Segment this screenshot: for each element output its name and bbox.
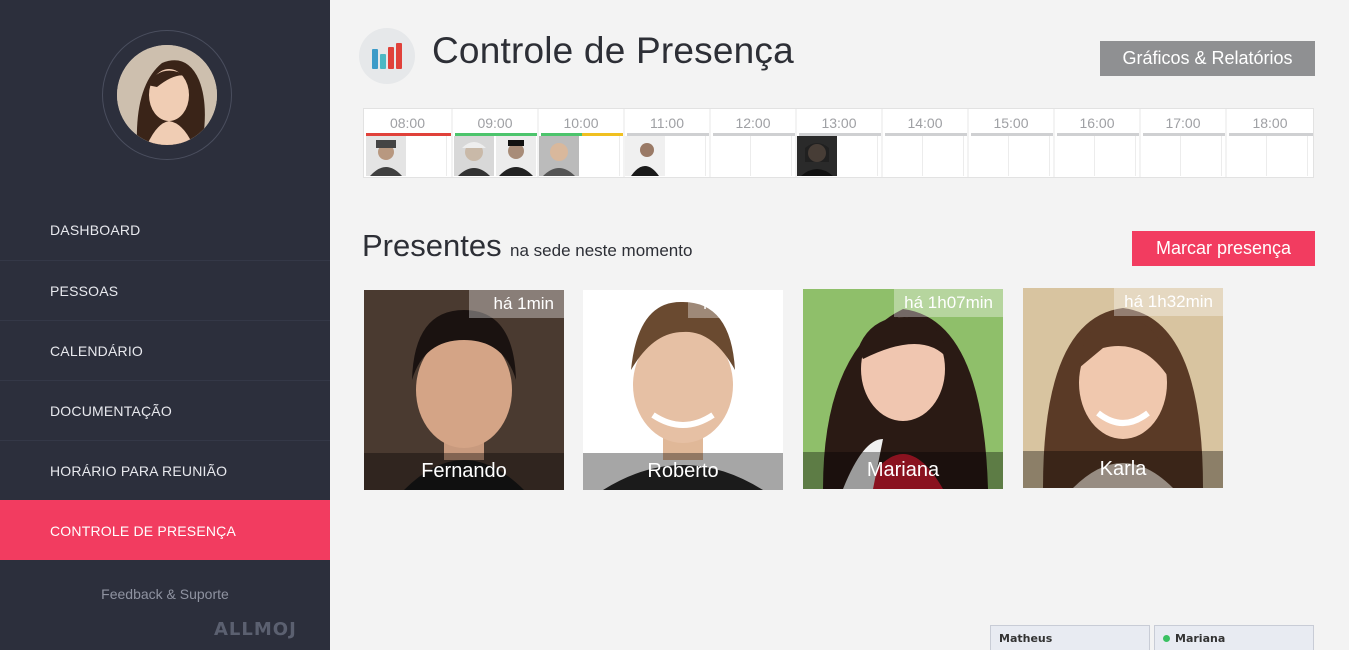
timeline-slot	[1096, 136, 1136, 176]
nav-item-label: HORÁRIO PARA REUNIÃO	[50, 462, 228, 479]
timeline-slot	[838, 136, 878, 176]
nav-item-label: CALENDÁRIO	[50, 342, 144, 359]
feedback-link[interactable]: Feedback & Suporte	[0, 586, 330, 602]
person-name: Fernando	[364, 453, 564, 490]
timeline-slot	[752, 136, 792, 176]
timeline-slot	[711, 136, 751, 176]
profile-avatar-ring	[102, 30, 232, 160]
online-status-icon	[1163, 635, 1170, 642]
timeline-slot	[407, 136, 447, 176]
timeline-hour: 12:00	[711, 109, 795, 177]
checkin-avatar[interactable]	[797, 136, 837, 176]
timeline-hour: 17:00	[1141, 109, 1225, 177]
timeline-hour-label: 16:00	[1079, 115, 1115, 131]
timeline-hour-label: 18:00	[1252, 115, 1288, 131]
checkin-time: há 1min	[469, 290, 564, 318]
profile-avatar[interactable]	[117, 45, 217, 145]
timeline-hour-label: 09:00	[477, 115, 513, 131]
person-name: Mariana	[803, 452, 1003, 489]
present-subtitle: na sede neste momento	[510, 241, 693, 260]
timeline-hour-label: 11:00	[650, 115, 684, 131]
timeline-hour-label: 14:00	[907, 115, 943, 131]
timeline-hour: 16:00	[1055, 109, 1139, 177]
timeline-slot	[1268, 136, 1308, 176]
person-card[interactable]: há 1min Fernando	[364, 290, 564, 490]
person-card[interactable]: há 1h32min Karla	[1023, 288, 1223, 488]
timeline-hour: 10:00	[539, 109, 623, 177]
checkin-avatar[interactable]	[496, 136, 536, 176]
person-name: Roberto	[583, 453, 783, 490]
nav-item-dashboard[interactable]: DASHBOARD	[0, 200, 330, 260]
person-card[interactable]: há 43min Roberto	[583, 290, 783, 490]
page-title: Controle de Presença	[432, 30, 794, 71]
timeline-slot	[969, 136, 1009, 176]
timeline-slot	[1010, 136, 1050, 176]
timeline-slot	[666, 136, 706, 176]
checkin-avatar[interactable]	[454, 136, 494, 176]
nav-item-controle-presenca[interactable]: CONTROLE DE PRESENÇA	[0, 500, 330, 560]
timeline-hour: 14:00	[883, 109, 967, 177]
timeline-hour-label: 17:00	[1165, 115, 1201, 131]
nav-item-label: PESSOAS	[50, 282, 119, 299]
reports-button[interactable]: Gráficos & Relatórios	[1100, 41, 1315, 76]
present-section-title: Presentes na sede neste momento	[362, 228, 692, 264]
checkin-avatar[interactable]	[539, 136, 579, 176]
present-title: Presentes	[362, 228, 502, 263]
sidebar: DASHBOARD PESSOAS CALENDÁRIO DOCUMENTAÇÃ…	[0, 0, 330, 650]
timeline-hour-label: 08:00	[389, 115, 426, 131]
checkin-avatar[interactable]	[366, 136, 406, 176]
nav-item-label: CONTROLE DE PRESENÇA	[50, 522, 237, 539]
nav-item-label: DOCUMENTAÇÃO	[50, 402, 172, 419]
attendance-timeline: 08:00 09:00 10:00 11:00 12:00 13:00 14:0…	[363, 108, 1314, 178]
checkin-time: há 43min	[688, 290, 783, 318]
timeline-slot	[924, 136, 964, 176]
timeline-hour-label: 13:00	[821, 115, 857, 131]
profile-photo	[117, 45, 217, 145]
timeline-hour-label: 12:00	[735, 115, 771, 131]
chat-tab-name: Mariana	[1175, 632, 1226, 645]
timeline-slot	[883, 136, 923, 176]
timeline-slot	[1182, 136, 1222, 176]
person-card[interactable]: há 1h07min Mariana	[803, 289, 1003, 489]
nav-item-documentacao[interactable]: DOCUMENTAÇÃO	[0, 380, 330, 440]
checkin-avatar[interactable]	[625, 136, 665, 176]
nav-item-horario-reuniao[interactable]: HORÁRIO PARA REUNIÃO	[0, 440, 330, 500]
timeline-hour: 13:00	[797, 109, 881, 177]
timeline-hour: 09:00	[453, 109, 537, 177]
chat-tab-matheus[interactable]: Matheus	[990, 625, 1150, 650]
timeline-hour-label: 10:00	[563, 115, 599, 131]
chat-tab-name: Matheus	[999, 632, 1053, 645]
person-name: Karla	[1023, 451, 1223, 488]
timeline-hour: 08:00	[364, 109, 451, 177]
nav-item-label: DASHBOARD	[50, 222, 141, 238]
bar-chart-icon	[359, 28, 415, 84]
timeline-hour: 18:00	[1227, 109, 1313, 177]
timeline-hour: 15:00	[969, 109, 1053, 177]
timeline-hour: 11:00	[625, 109, 709, 177]
timeline-slot	[1141, 136, 1181, 176]
checkin-time: há 1h07min	[894, 289, 1003, 317]
chat-tab-mariana[interactable]: Mariana	[1154, 625, 1314, 650]
main-nav: DASHBOARD PESSOAS CALENDÁRIO DOCUMENTAÇÃ…	[0, 200, 330, 560]
brand-logo: ALLMOJ	[214, 619, 297, 640]
timeline-hour-label: 15:00	[993, 115, 1029, 131]
timeline-slot	[1227, 136, 1267, 176]
nav-item-pessoas[interactable]: PESSOAS	[0, 260, 330, 320]
timeline-slot	[580, 136, 620, 176]
nav-item-calendario[interactable]: CALENDÁRIO	[0, 320, 330, 380]
timeline-slot	[1055, 136, 1095, 176]
checkin-time: há 1h32min	[1114, 288, 1223, 316]
mark-attendance-button[interactable]: Marcar presença	[1132, 231, 1315, 266]
